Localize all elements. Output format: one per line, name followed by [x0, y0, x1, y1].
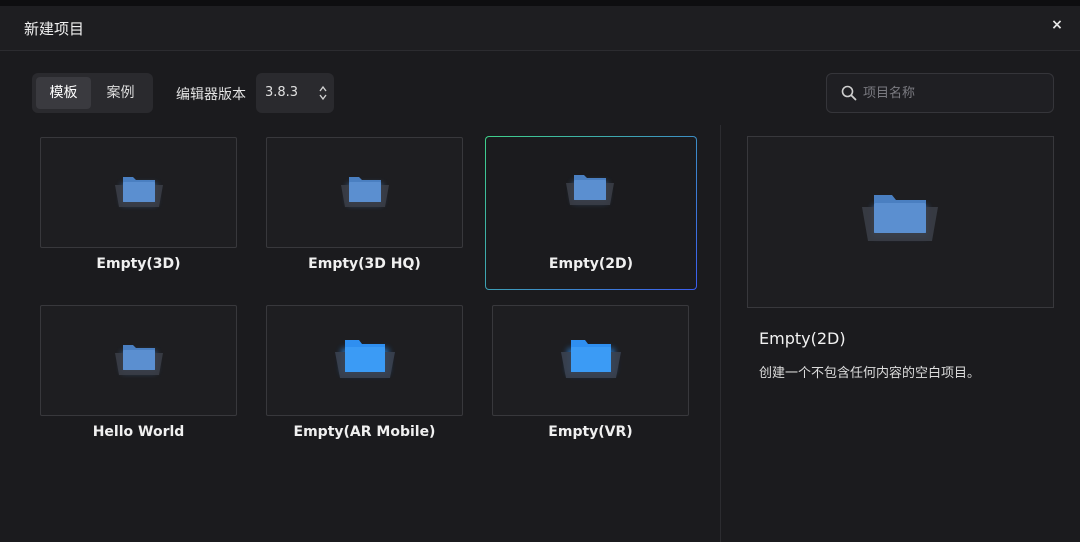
tab-examples[interactable]: 案例 — [93, 77, 148, 109]
search-icon — [841, 85, 857, 101]
preview-thumbnail — [747, 136, 1054, 308]
template-thumbnail — [40, 137, 237, 248]
tab-group: 模板 案例 — [32, 73, 153, 113]
folder-icon — [561, 340, 621, 378]
template-thumbnail — [492, 305, 689, 416]
template-thumbnail — [266, 305, 463, 416]
template-thumbnail — [266, 137, 463, 248]
folder-icon — [335, 340, 395, 378]
folder-icon — [566, 175, 614, 205]
folder-icon — [115, 345, 163, 375]
close-button[interactable]: × — [1050, 18, 1064, 32]
title-bar: 新建项目 × — [0, 0, 1080, 51]
editor-version-value: 3.8.3 — [265, 85, 299, 100]
template-name: Empty(AR Mobile) — [293, 424, 436, 440]
template-name: Empty(3D) — [96, 256, 181, 272]
search-box[interactable] — [826, 73, 1054, 113]
editor-version-label: 编辑器版本 — [176, 87, 246, 103]
template-name: Empty(VR) — [548, 424, 633, 440]
search-input[interactable] — [863, 74, 1043, 112]
new-project-dialog: 新建项目 × 模板 案例 编辑器版本 3.8.3 项目名称 Empty(3D) … — [0, 0, 1080, 542]
preview-title: Empty(2D) — [759, 329, 846, 348]
preview-description: 创建一个不包含任何内容的空白项目。 — [759, 366, 981, 381]
folder-icon — [862, 195, 938, 241]
folder-icon — [115, 177, 163, 207]
template-name: Empty(2D) — [548, 256, 634, 272]
stepper-arrows-icon — [319, 85, 327, 101]
dialog-title: 新建项目 — [24, 20, 85, 38]
tab-templates[interactable]: 模板 — [36, 77, 91, 109]
template-thumbnail — [40, 305, 237, 416]
editor-version-select[interactable]: 3.8.3 — [256, 73, 334, 113]
template-thumbnail — [492, 136, 689, 247]
template-name: Empty(3D HQ) — [308, 256, 421, 272]
panel-divider — [720, 125, 721, 542]
template-name: Hello World — [92, 424, 185, 440]
folder-icon — [341, 177, 389, 207]
